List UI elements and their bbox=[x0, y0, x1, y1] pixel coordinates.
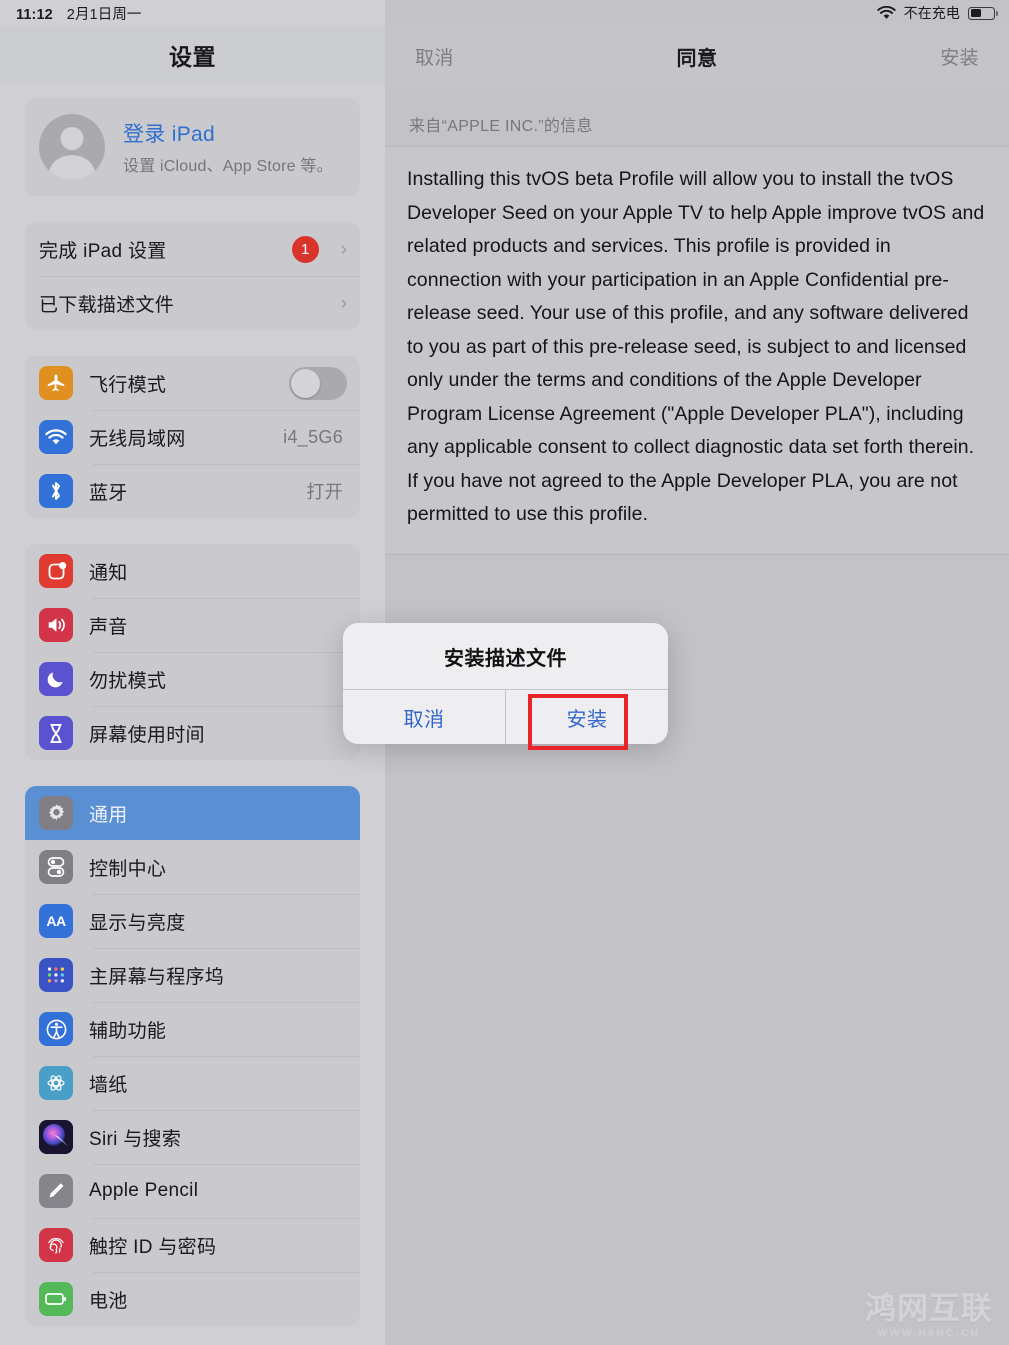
person-avatar-icon bbox=[39, 114, 105, 180]
sidebar-item-label: 完成 iPad 设置 bbox=[39, 240, 167, 262]
sidebar-item-label: 已下载描述文件 bbox=[39, 294, 175, 316]
install-profile-alert: 安装描述文件 取消 安装 bbox=[343, 623, 668, 744]
sidebar-item-label: Apple Pencil bbox=[89, 1180, 199, 1201]
wifi-icon bbox=[876, 6, 896, 20]
page-title: 设置 bbox=[0, 26, 385, 84]
sidebar-item-label: 无线局域网 bbox=[89, 428, 186, 450]
sidebar-item-label: 控制中心 bbox=[89, 858, 167, 880]
pencil-icon bbox=[39, 1174, 73, 1208]
sidebar-item-label: 触控 ID 与密码 bbox=[89, 1236, 217, 1258]
consent-text-card: Installing this tvOS beta Profile will a… bbox=[385, 146, 1009, 555]
sidebar-item-general[interactable]: 通用 bbox=[25, 786, 360, 840]
sidebar-item-bluetooth[interactable]: 蓝牙 打开 bbox=[25, 464, 360, 518]
sidebar-item-touch-id-passcode[interactable]: 触控 ID 与密码 bbox=[25, 1218, 360, 1272]
sidebar-item-label: 声音 bbox=[89, 616, 128, 638]
touch-id-icon bbox=[39, 1228, 73, 1262]
section-header: 来自“APPLE INC.”的信息 bbox=[409, 118, 593, 135]
sidebar-item-label: 辅助功能 bbox=[89, 1020, 167, 1042]
setup-group: 完成 iPad 设置 1 › 已下载描述文件 › bbox=[25, 222, 360, 330]
sidebar-item-airplane-mode[interactable]: 飞行模式 bbox=[25, 356, 360, 410]
alert-actions: 取消 安装 bbox=[343, 689, 668, 744]
sidebar-item-screen-time[interactable]: 屏幕使用时间 bbox=[25, 706, 360, 760]
sidebar-item-label: 通用 bbox=[89, 804, 128, 826]
airplane-icon bbox=[39, 366, 73, 400]
status-date: 2月1日周一 bbox=[66, 6, 142, 23]
wifi-icon bbox=[39, 420, 73, 454]
battery-icon bbox=[39, 1282, 73, 1316]
sidebar-item-accessibility[interactable]: 辅助功能 bbox=[25, 1002, 360, 1056]
notifications-icon bbox=[39, 554, 73, 588]
watermark-brand: 鸿网互联 bbox=[865, 1291, 993, 1327]
connectivity-group: 飞行模式 无线局域网 i4_5G6 蓝牙 打开 bbox=[25, 356, 360, 518]
charging-status-label: 不在充电 bbox=[903, 5, 960, 21]
siri-icon bbox=[39, 1120, 73, 1154]
sidebar-item-siri-search[interactable]: Siri 与搜索 bbox=[25, 1110, 360, 1164]
sidebar-item-label: 蓝牙 bbox=[89, 482, 128, 504]
alerts-group: 通知 声音 勿扰模式 屏幕使用时间 bbox=[25, 544, 360, 760]
nav-title: 同意 bbox=[676, 47, 718, 70]
sidebar-item-sounds[interactable]: 声音 bbox=[25, 598, 360, 652]
account-group: 登录 iPad 设置 iCloud、App Store 等。 bbox=[25, 98, 360, 196]
moon-icon bbox=[39, 662, 73, 696]
ipad-settings-screen: 11:12 2月1日周一 不在充电 设置 登录 iPad 设置 iCloud、A… bbox=[0, 0, 1009, 1345]
alert-cancel-button[interactable]: 取消 bbox=[343, 690, 505, 744]
status-time: 11:12 bbox=[16, 6, 53, 23]
sidebar-item-wifi[interactable]: 无线局域网 i4_5G6 bbox=[25, 410, 360, 464]
sidebar-item-label: 墙纸 bbox=[89, 1074, 128, 1096]
home-screen-icon bbox=[39, 958, 73, 992]
sidebar-item-label: 电池 bbox=[89, 1290, 128, 1312]
sidebar-item-label: 通知 bbox=[89, 562, 128, 584]
bluetooth-icon bbox=[39, 474, 73, 508]
status-bar-right: 不在充电 bbox=[876, 3, 999, 23]
alert-install-button[interactable]: 安装 bbox=[505, 690, 668, 744]
bluetooth-state-value: 打开 bbox=[306, 482, 343, 502]
system-group: 通用 控制中心 AA 显示与亮度 主屏幕与程序坞 辅助功能 墙纸 Siri 与搜… bbox=[25, 786, 360, 1326]
sidebar-item-label: 勿扰模式 bbox=[89, 670, 167, 692]
sidebar-item-label: 显示与亮度 bbox=[89, 912, 186, 934]
sidebar-item-home-screen-dock[interactable]: 主屏幕与程序坞 bbox=[25, 948, 360, 1002]
sidebar-item-finish-setup[interactable]: 完成 iPad 设置 1 › bbox=[25, 222, 360, 276]
sidebar-item-control-center[interactable]: 控制中心 bbox=[25, 840, 360, 894]
sidebar-item-apple-pencil[interactable]: Apple Pencil bbox=[25, 1164, 360, 1218]
status-bar-left: 11:12 2月1日周一 bbox=[16, 3, 142, 24]
watermark: 鸿网互联 WWW.H8HC.CN bbox=[865, 1293, 993, 1339]
consent-body-text: Installing this tvOS beta Profile will a… bbox=[407, 168, 985, 525]
sidebar-item-notifications[interactable]: 通知 bbox=[25, 544, 360, 598]
alert-title: 安装描述文件 bbox=[444, 647, 567, 670]
sidebar-scroll[interactable]: 登录 iPad 设置 iCloud、App Store 等。 完成 iPad 设… bbox=[0, 98, 385, 1326]
detail-nav-bar: 取消 同意 安装 bbox=[385, 26, 1009, 86]
airplane-mode-toggle[interactable] bbox=[289, 366, 347, 400]
sidebar-item-label: 飞行模式 bbox=[89, 374, 167, 396]
gear-icon bbox=[39, 796, 73, 830]
sound-icon bbox=[39, 608, 73, 642]
status-badge: 1 bbox=[291, 235, 319, 263]
accessibility-icon bbox=[39, 1012, 73, 1046]
sidebar-item-display-brightness[interactable]: AA 显示与亮度 bbox=[25, 894, 360, 948]
chevron-right-icon: › bbox=[340, 238, 347, 260]
watermark-url: WWW.H8HC.CN bbox=[877, 1327, 981, 1339]
wallpaper-icon bbox=[39, 1066, 73, 1100]
sidebar-item-label: 主屏幕与程序坞 bbox=[89, 966, 225, 988]
sidebar-item-downloaded-profile[interactable]: 已下载描述文件 › bbox=[25, 276, 360, 330]
sidebar-item-label: 屏幕使用时间 bbox=[89, 724, 205, 746]
hourglass-icon bbox=[39, 716, 73, 750]
sidebar-item-wallpaper[interactable]: 墙纸 bbox=[25, 1056, 360, 1110]
sign-in-subtitle: 设置 iCloud、App Store 等。 bbox=[123, 158, 333, 175]
install-button[interactable]: 安装 bbox=[940, 43, 979, 70]
chevron-right-icon: › bbox=[340, 292, 347, 314]
sidebar-item-do-not-disturb[interactable]: 勿扰模式 bbox=[25, 652, 360, 706]
sidebar-item-battery[interactable]: 电池 bbox=[25, 1272, 360, 1326]
sign-in-title: 登录 iPad bbox=[123, 123, 215, 146]
display-aa-icon: AA bbox=[39, 904, 73, 938]
settings-sidebar: 设置 登录 iPad 设置 iCloud、App Store 等。 完成 iPa… bbox=[0, 0, 385, 1345]
status-bar: 11:12 2月1日周一 不在充电 bbox=[0, 0, 1009, 26]
cancel-button[interactable]: 取消 bbox=[415, 43, 454, 70]
control-center-icon bbox=[39, 850, 73, 884]
battery-icon bbox=[968, 6, 999, 20]
sidebar-item-label: Siri 与搜索 bbox=[89, 1128, 182, 1150]
sidebar-item-sign-in[interactable]: 登录 iPad 设置 iCloud、App Store 等。 bbox=[25, 98, 360, 196]
wifi-network-value: i4_5G6 bbox=[283, 426, 343, 447]
